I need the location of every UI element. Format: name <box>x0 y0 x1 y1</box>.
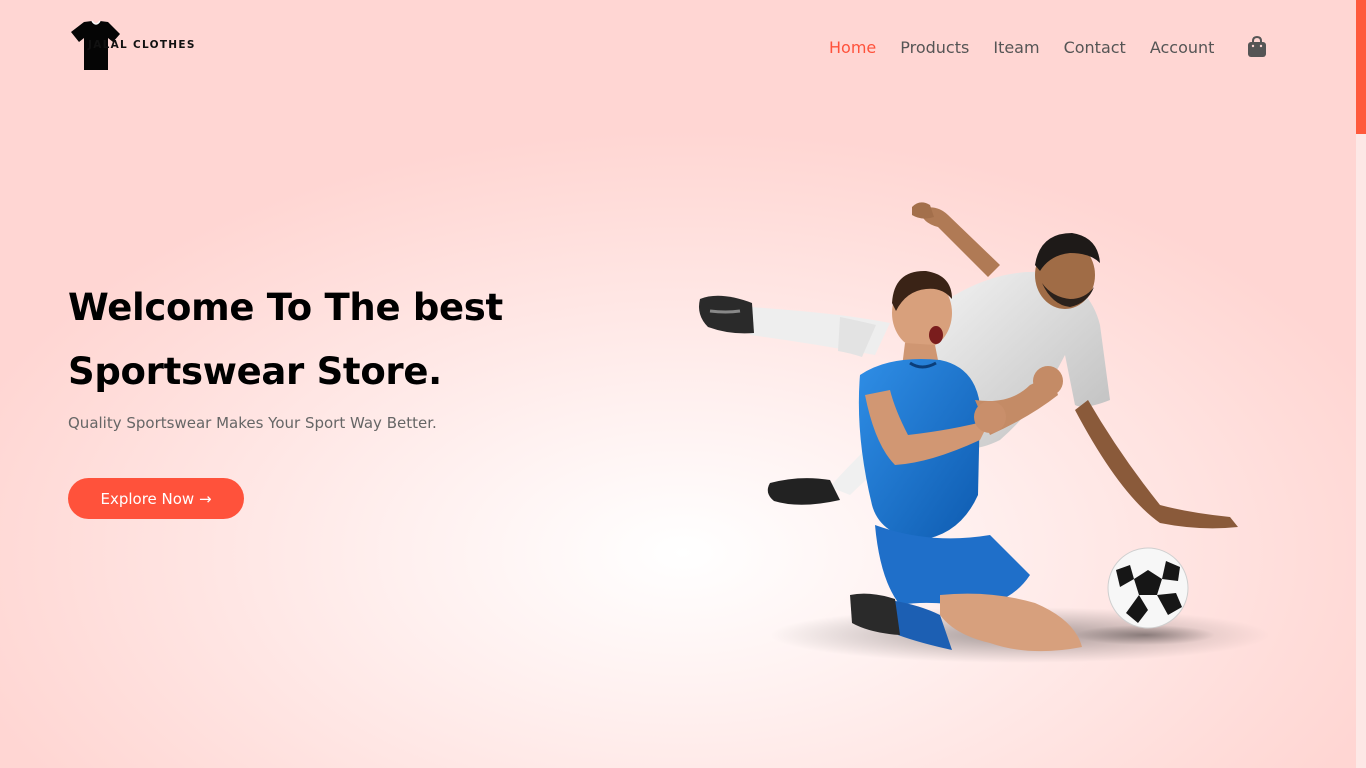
nav-item-products[interactable]: Products <box>900 37 969 59</box>
football-players-celebration-image <box>699 202 1270 663</box>
explore-now-button[interactable]: Explore Now → <box>68 478 244 519</box>
hero-title: Welcome To The best Sportswear Store. <box>68 276 628 404</box>
hero-title-line2: Sportswear Store. <box>68 350 442 393</box>
brand-name: JALAL CLOTHES <box>88 39 196 51</box>
hero-subtitle: Quality Sportswear Makes Your Sport Way … <box>68 414 437 432</box>
scrollbar-track[interactable] <box>1356 0 1366 768</box>
nav-item-account[interactable]: Account <box>1150 37 1215 59</box>
main-nav: Home Products Iteam Contact Account <box>829 37 1238 59</box>
nav-item-contact[interactable]: Contact <box>1064 37 1126 59</box>
page: JALAL CLOTHES Home Products Iteam Contac… <box>0 0 1356 768</box>
scrollbar-thumb[interactable] <box>1356 0 1366 134</box>
shopping-bag-icon[interactable] <box>1247 36 1267 58</box>
hero-title-line1: Welcome To The best <box>68 286 503 329</box>
brand-logo[interactable]: JALAL CLOTHES <box>70 20 194 72</box>
nav-item-iteam[interactable]: Iteam <box>993 37 1039 59</box>
nav-item-home[interactable]: Home <box>829 37 876 59</box>
